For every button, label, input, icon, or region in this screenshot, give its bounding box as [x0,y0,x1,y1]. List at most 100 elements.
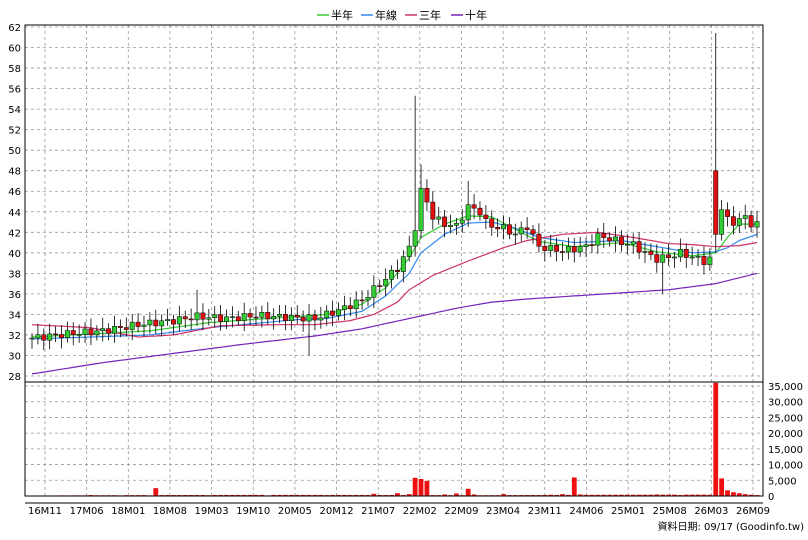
price-tick-label-5: 38 [8,269,21,280]
volume-tick-label-1: 5,000 [768,476,797,487]
candle-body-85 [530,229,536,235]
candle-body-99 [613,236,618,242]
x-tick-label-16: 26M03 [694,506,728,517]
candle-body-24 [171,319,176,325]
x-tick-label-4: 19M03 [195,506,229,517]
candle-body-117 [719,209,725,235]
candle-body-38 [253,316,259,319]
candle-body-62 [394,269,400,272]
candle-body-82 [512,233,518,236]
candle-body-65 [412,230,418,247]
candle-body-7 [70,330,76,336]
candle-body-112 [689,256,695,259]
candle-body-17 [129,321,135,330]
candle-body-4 [53,333,59,336]
volume-bar-116 [713,382,719,496]
candle-body-119 [730,216,736,226]
x-tick-label-9: 22M02 [403,506,437,517]
candle-body-72 [453,223,459,226]
candle-body-5 [59,334,64,338]
candle-body-1 [35,334,41,339]
candle-body-33 [224,316,229,322]
candle-body-44 [288,315,294,321]
candle-body-104 [642,251,648,253]
candle-body-61 [389,269,395,280]
candle-body-3 [47,333,53,341]
candle-body-121 [742,215,748,219]
candle-body-39 [259,311,265,318]
candle-body-100 [618,236,624,246]
candle-body-110 [677,248,683,258]
candle-body-25 [176,316,182,325]
candle-body-43 [283,314,288,321]
candle-body-27 [188,318,194,321]
x-tick-label-17: 26M09 [736,506,770,517]
candle-body-96 [595,233,601,246]
volume-tick-label-7: 35,000 [768,382,803,393]
candle-body-41 [271,316,277,320]
candle-body-23 [165,319,171,322]
candle-body-51 [330,310,336,316]
volume-bar-65 [412,477,418,496]
candle-body-122 [748,215,754,228]
candle-body-95 [589,244,595,246]
candle-body-42 [277,314,283,317]
candle-body-15 [117,325,123,328]
candle-body-79 [495,227,501,230]
candle-body-74 [465,204,471,221]
candle-body-20 [147,319,153,326]
volume-tick-label-6: 30,000 [768,398,803,409]
volume-bar-66 [418,479,424,496]
price-tick-label-12: 52 [8,126,21,137]
x-tick-label-0: 16M11 [28,506,62,517]
candle-body-56 [359,299,365,302]
candle-body-116 [713,170,719,235]
candle-body-68 [430,201,436,220]
candle-body-37 [247,313,253,318]
candle-body-31 [212,314,218,318]
candle-body-103 [636,241,642,253]
candle-body-26 [182,316,188,320]
candle-body-8 [76,334,82,336]
x-tick-label-10: 22M09 [444,506,478,517]
x-tick-label-14: 25M01 [611,506,645,517]
candle-body-22 [159,320,165,327]
price-tick-label-1: 30 [8,351,21,362]
candle-body-123 [754,221,760,228]
candle-body-91 [565,246,571,253]
x-tick-label-15: 25M08 [653,506,687,517]
candle-body-69 [436,216,442,220]
candle-body-66 [418,187,424,231]
candle-body-84 [524,227,530,230]
x-tick-label-8: 21M07 [361,506,395,517]
candle-body-83 [518,227,524,235]
candle-body-75 [471,204,477,209]
volume-tick-label-4: 20,000 [768,429,803,440]
candle-body-9 [82,328,88,335]
price-tick-label-4: 36 [8,290,21,301]
candle-body-64 [406,245,412,257]
candle-body-105 [648,251,654,255]
candle-body-48 [312,314,318,321]
candle-body-86 [536,233,542,247]
volume-bar-67 [424,480,430,496]
candle-body-106 [654,254,660,263]
candle-body-113 [695,256,701,258]
candle-body-6 [64,330,70,338]
price-tick-label-7: 42 [8,228,21,239]
price-tick-label-17: 62 [8,23,21,34]
volume-tick-label-0: 0 [768,492,774,503]
candle-body-16 [123,327,129,330]
candle-body-114 [701,256,707,265]
price-tick-label-11: 50 [8,146,21,157]
candle-body-60 [383,279,389,287]
candle-body-109 [672,256,677,259]
candle-body-67 [424,187,430,203]
candle-body-18 [135,321,141,327]
candle-body-102 [630,241,636,245]
candle-body-40 [265,311,271,320]
candle-body-29 [200,312,206,320]
candle-body-118 [725,209,730,217]
x-tick-label-11: 23M04 [486,506,520,517]
candle-body-47 [306,314,312,322]
